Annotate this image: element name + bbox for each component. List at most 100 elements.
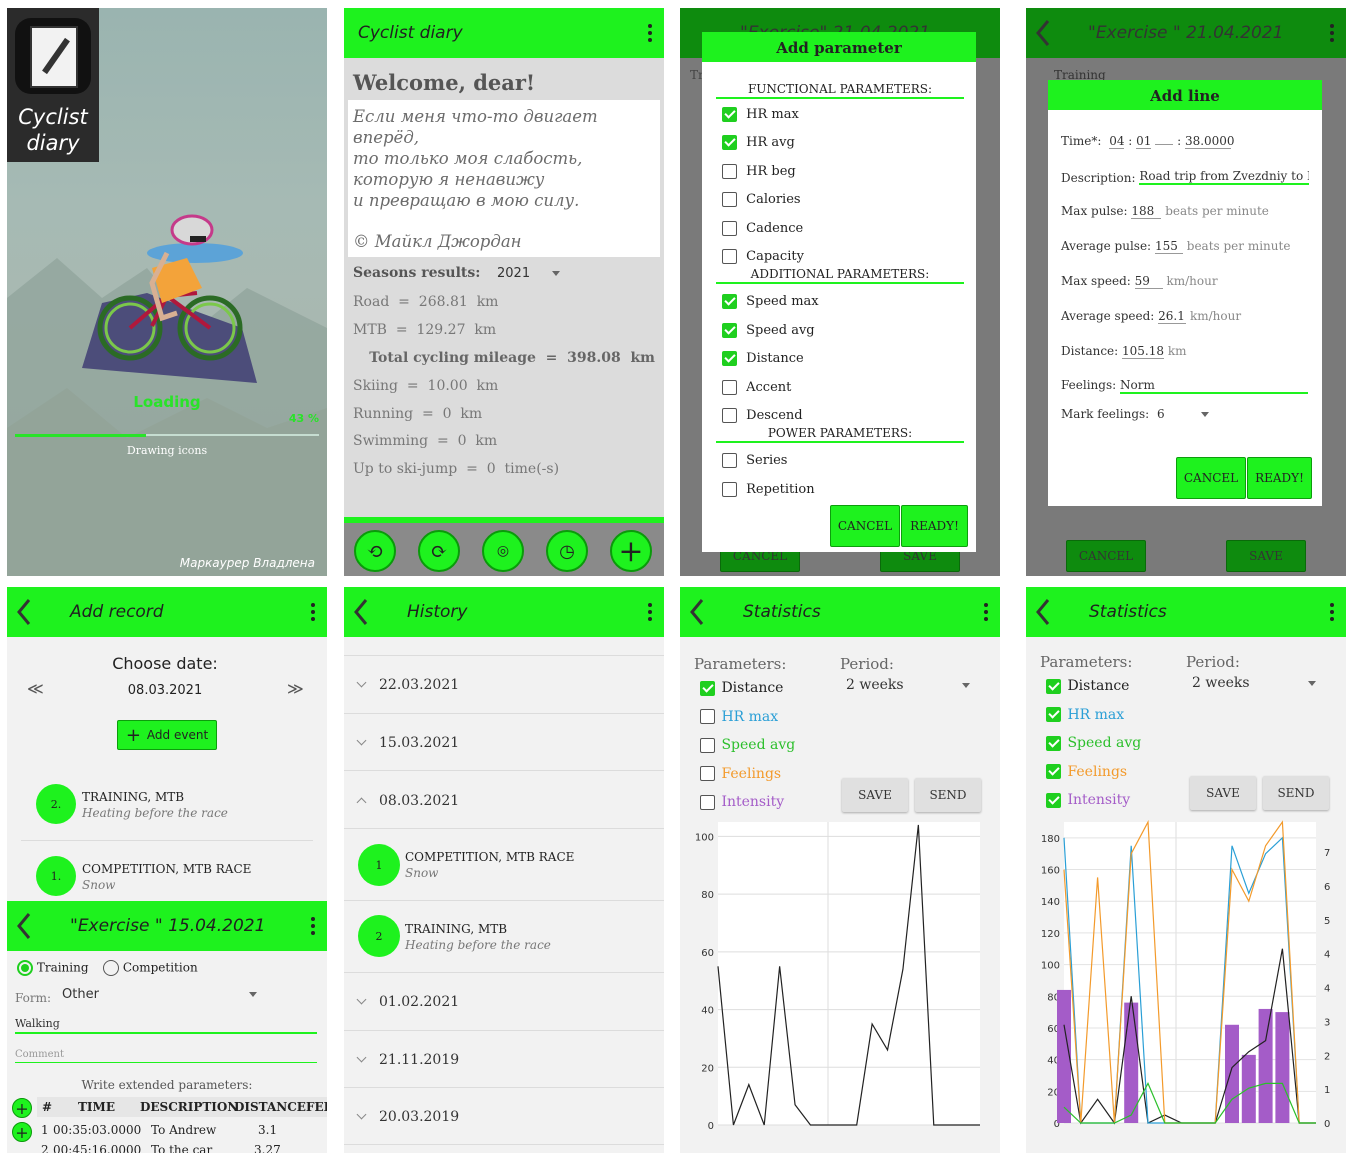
section-header: POWER PARAMETERS: [716, 426, 964, 444]
form-select[interactable]: Other [62, 987, 257, 1002]
next-date-icon[interactable]: ≫ [287, 679, 304, 698]
history-date-row[interactable]: 08.03.2021 [356, 793, 459, 809]
training-radio[interactable]: Training [17, 960, 89, 976]
refresh-ccw-icon[interactable]: ⟲ [354, 530, 396, 572]
parameter-checkbox[interactable]: Distance [700, 680, 783, 696]
avg-speed-input[interactable]: 26.1 [1158, 309, 1187, 324]
overflow-menu-icon[interactable] [311, 917, 315, 938]
add-event-button[interactable]: + Add event [117, 720, 217, 750]
parameter-checkbox[interactable]: HR max [700, 709, 778, 725]
send-button[interactable]: SEND [1263, 776, 1329, 810]
plot-area [718, 822, 980, 1125]
checkbox-icon [700, 794, 715, 810]
save-button[interactable]: SAVE [1190, 776, 1256, 810]
parameter-checkbox[interactable]: Cadence [722, 220, 803, 236]
table-row[interactable]: 2 00:45:16.0000 To the car 3.27 [41, 1143, 281, 1153]
parameter-checkbox[interactable]: Descend [722, 408, 803, 423]
feelings-input[interactable]: Norm [1120, 378, 1308, 394]
parameter-checkbox[interactable]: Calories [722, 192, 801, 208]
period-select[interactable]: 2 weeks [846, 677, 970, 693]
event-title[interactable]: COMPETITION, MTB RACE [82, 862, 251, 876]
overflow-menu-icon[interactable] [984, 603, 988, 624]
parameter-checkbox[interactable]: HR max [722, 107, 799, 122]
history-date-row[interactable]: 21.11.2019 [356, 1052, 459, 1068]
parameter-checkbox[interactable]: HR avg [722, 135, 795, 151]
divider [344, 900, 664, 901]
description-input[interactable]: Road trip from Zvezdniy to K [1139, 169, 1310, 185]
distance-input[interactable]: 105.18 [1122, 344, 1165, 359]
history-date-row[interactable]: 15.03.2021 [356, 735, 459, 751]
avg-pulse-input[interactable]: 155 [1154, 239, 1183, 254]
back-arrow-icon[interactable] [690, 598, 704, 626]
overflow-menu-icon[interactable] [1330, 24, 1334, 45]
overflow-menu-icon[interactable] [648, 24, 652, 45]
y-right-tick-label: 1 [1324, 1085, 1330, 1096]
save-button[interactable]: SAVE [842, 778, 908, 812]
send-button[interactable]: SEND [915, 778, 981, 812]
overflow-menu-icon[interactable] [1330, 603, 1334, 624]
parameter-checkbox[interactable]: Distance [722, 351, 804, 367]
back-arrow-icon[interactable] [1036, 19, 1050, 47]
history-icon[interactable]: ◷ [546, 530, 588, 572]
parameter-checkbox[interactable]: Repetition [722, 481, 815, 497]
add-row-icon[interactable]: + [12, 1122, 32, 1142]
parameter-checkbox[interactable]: HR max [1046, 707, 1124, 723]
period-select[interactable]: 2 weeks [1192, 675, 1316, 691]
parameter-checkbox[interactable]: Distance [1046, 678, 1129, 694]
event-title[interactable]: TRAINING, MTB [405, 922, 507, 936]
section-header: FUNCTIONAL PARAMETERS: [716, 82, 964, 99]
back-arrow-icon[interactable] [17, 598, 31, 626]
y-right-tick-label: 5 [1324, 916, 1330, 927]
overflow-menu-icon[interactable] [311, 603, 315, 624]
comment-input[interactable]: Comment [15, 1049, 317, 1063]
parameter-checkbox[interactable]: Intensity [1046, 792, 1130, 808]
walking-input[interactable]: Walking [15, 1017, 317, 1034]
parameter-checkbox[interactable]: Speed avg [722, 322, 815, 338]
cancel-button[interactable]: CANCEL [830, 505, 900, 547]
quote-author: © Майкл Джордан [353, 232, 522, 251]
speedometer-icon[interactable]: ◎ [482, 530, 524, 572]
parameter-checkbox[interactable]: Capacity [722, 249, 804, 264]
parameter-checkbox[interactable]: Feelings [700, 766, 781, 782]
parameter-checkbox[interactable]: Speed avg [1046, 735, 1141, 751]
time-seconds-input[interactable]: 38.0000 [1184, 134, 1235, 149]
loading-progress-track [15, 434, 319, 437]
add-row-icon[interactable]: + [12, 1098, 32, 1118]
event-title[interactable]: TRAINING, MTB [82, 790, 184, 804]
refresh-cw-icon[interactable]: ⟳ [418, 530, 460, 572]
time-minutes-input[interactable]: 01 [1136, 134, 1152, 149]
exercise-app-bar: "Exercise " 15.04.2021 [7, 901, 327, 951]
back-arrow-icon[interactable] [354, 598, 368, 626]
table-row[interactable]: 1 00:35:03.0000 To Andrew 3.1 [41, 1123, 277, 1137]
checkbox-icon [722, 249, 737, 264]
season-year-select[interactable]: 2021 [497, 266, 561, 281]
history-date-row[interactable]: 22.03.2021 [356, 677, 459, 693]
back-arrow-icon[interactable] [17, 912, 31, 940]
event-title[interactable]: COMPETITION, MTB RACE [405, 850, 574, 864]
ready-button[interactable]: READY! [1247, 457, 1312, 499]
add-icon[interactable]: + [610, 530, 652, 572]
parameter-checkbox[interactable]: Series [722, 453, 787, 469]
cancel-button[interactable]: CANCEL [1176, 457, 1246, 499]
parameter-checkbox[interactable]: HR beg [722, 163, 796, 179]
parameter-checkbox[interactable]: Accent [722, 379, 791, 395]
max-pulse-row: Max pulse: 188 beats per minute [1061, 204, 1269, 219]
max-speed-input[interactable]: 59 [1134, 274, 1163, 289]
app-bar: Statistics [1026, 587, 1346, 637]
parameter-checkbox[interactable]: Speed avg [700, 737, 795, 753]
history-date-row[interactable]: 01.02.2021 [356, 994, 459, 1010]
competition-radio[interactable]: Competition [103, 960, 198, 976]
overflow-menu-icon[interactable] [648, 603, 652, 624]
history-date-row[interactable]: 20.03.2019 [356, 1109, 459, 1125]
mark-feelings-select[interactable]: 6 [1157, 407, 1165, 421]
ready-button[interactable]: READY! [901, 505, 968, 547]
y-tick-label: 140 [1041, 897, 1060, 908]
parameter-checkbox[interactable]: Feelings [1046, 764, 1127, 780]
parameter-checkbox[interactable]: Intensity [700, 794, 784, 810]
parameter-checkbox[interactable]: Speed max [722, 294, 819, 310]
max-pulse-input[interactable]: 188 [1131, 204, 1162, 219]
checkbox-icon [722, 408, 737, 423]
time-hours-input[interactable]: 04 [1109, 134, 1125, 149]
back-arrow-icon[interactable] [1036, 598, 1050, 626]
intensity-bar [1241, 1054, 1256, 1123]
